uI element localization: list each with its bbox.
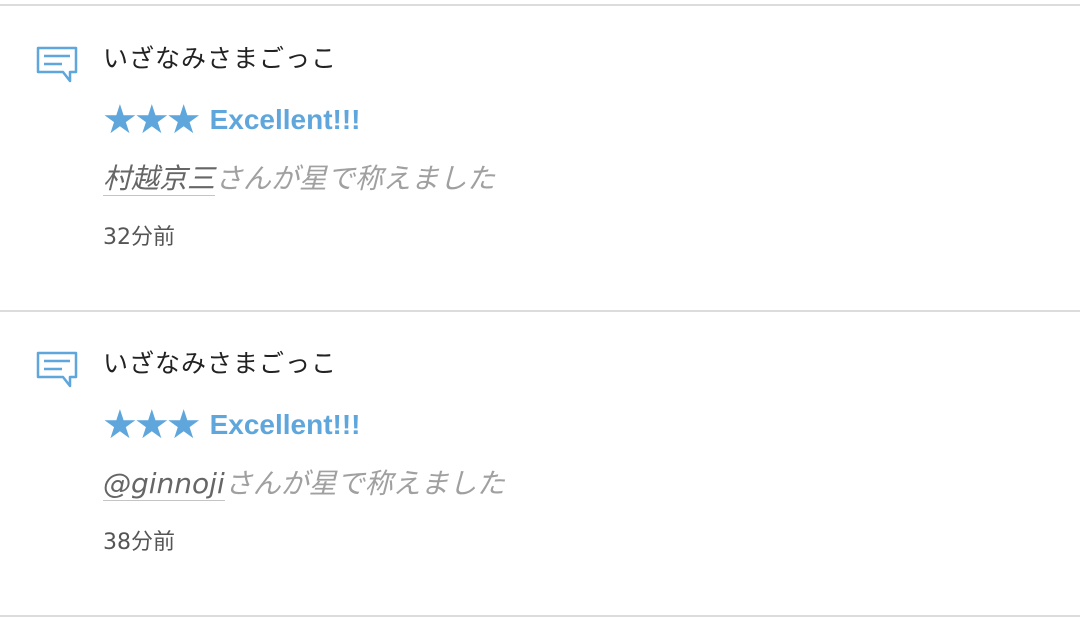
- notification-title[interactable]: いざなみさまごっこ: [103, 42, 337, 76]
- praise-suffix: さんが星で称えました: [224, 467, 505, 500]
- divider: [0, 615, 1080, 617]
- notification-item[interactable]: いざなみさまごっこ ★★★ Excellent!!! 村越京三さんが星で称えまし…: [0, 6, 1080, 310]
- timestamp: 32分前: [103, 225, 175, 250]
- praise-text: 村越京三さんが星で称えました: [103, 159, 495, 199]
- star-icons: ★★★: [102, 402, 202, 448]
- notification-list: いざなみさまごっこ ★★★ Excellent!!! 村越京三さんが星で称えまし…: [0, 0, 1080, 622]
- user-link[interactable]: @ginnoji: [103, 467, 225, 501]
- praise-text: @ginnojiさんが星で称えました: [103, 464, 505, 504]
- timestamp: 38分前: [103, 530, 175, 555]
- comment-icon: [35, 350, 79, 390]
- praise-suffix: さんが星で称えました: [215, 162, 496, 195]
- user-link[interactable]: 村越京三: [103, 162, 216, 196]
- star-rating: ★★★ Excellent!!!: [102, 96, 361, 144]
- rating-label: Excellent!!!: [209, 104, 361, 135]
- rating-label: Excellent!!!: [209, 409, 361, 440]
- notification-title[interactable]: いざなみさまごっこ: [103, 347, 337, 381]
- notification-item[interactable]: いざなみさまごっこ ★★★ Excellent!!! @ginnojiさんが星で…: [0, 311, 1080, 615]
- star-rating: ★★★ Excellent!!!: [102, 401, 361, 449]
- star-icons: ★★★: [102, 97, 202, 143]
- comment-icon: [35, 45, 79, 85]
